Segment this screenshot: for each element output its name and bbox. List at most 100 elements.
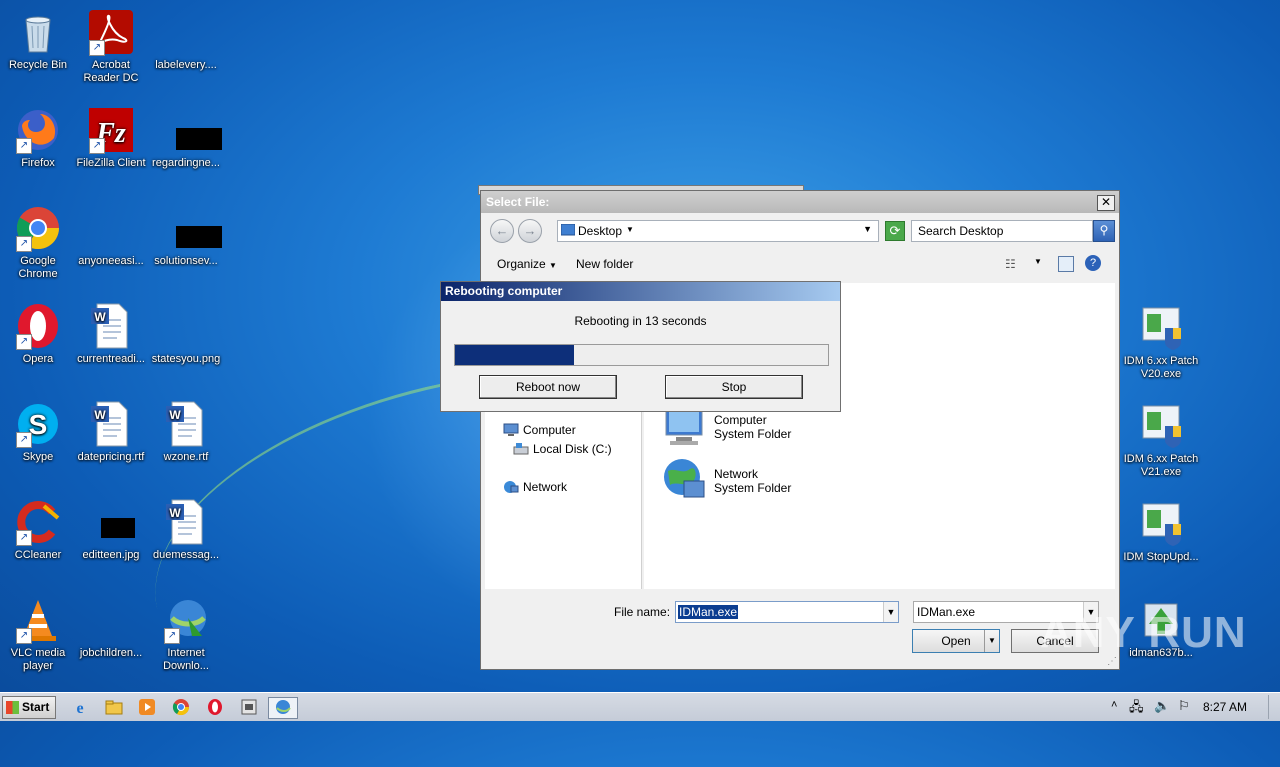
reboot-progress-fill	[455, 345, 575, 365]
start-button[interactable]: Start	[2, 696, 56, 719]
reboot-now-button[interactable]: Reboot now	[479, 375, 617, 399]
desktop-icon-label: Internet Downlo...	[163, 647, 209, 672]
file-type-value: IDMan.exe	[917, 605, 976, 619]
item-type: System Folder	[714, 427, 792, 441]
desktop-icon-idm[interactable]: ↗ Internet Downlo...	[148, 596, 224, 673]
desktop-icon-label: Skype	[22, 451, 54, 463]
taskbar-app-icon[interactable]	[239, 697, 259, 717]
image-file-icon	[87, 498, 135, 546]
desktop-icon-label: duemessag...	[152, 549, 220, 561]
desktop-icon-word-doc[interactable]: W duemessag...	[148, 498, 224, 562]
tree-item-computer[interactable]: Computer	[503, 423, 576, 437]
desktop-icon-acrobat[interactable]: ↗ Acrobat Reader DC	[73, 8, 149, 85]
word-document-icon: W	[162, 498, 210, 546]
desktop-icon-word-doc[interactable]: W currentreadi...	[73, 302, 149, 366]
desktop-icon-chrome[interactable]: ↗ Google Chrome	[0, 204, 76, 281]
item-name: Computer	[714, 413, 767, 427]
address-bar[interactable]: Desktop ▼ ▼	[557, 220, 879, 242]
select-file-dialog: Select File: ✕ ← → Desktop ▼ ▼ ⟳ Search …	[480, 190, 1120, 670]
desktop-icon-idm-patch-v21[interactable]: IDM 6.xx Patch V21.exe	[1123, 402, 1199, 479]
tree-item-network[interactable]: Network	[503, 480, 567, 494]
forward-button[interactable]: →	[518, 219, 542, 243]
tray-expand-icon[interactable]: ˄	[1111, 699, 1117, 711]
organize-button[interactable]: Organize ▼	[497, 257, 557, 271]
skype-icon: S ↗	[14, 400, 62, 448]
desktop-icon-recycle-bin[interactable]: Recycle Bin	[0, 8, 76, 72]
blank-file-icon	[87, 204, 135, 252]
network-icon	[504, 481, 519, 493]
computer-icon	[665, 408, 703, 445]
desktop-icon-label: Google Chrome	[18, 255, 58, 280]
close-button[interactable]: ✕	[1097, 195, 1115, 211]
file-name-input[interactable]: IDMan.exe ▼	[675, 601, 899, 623]
taskbar-idm-icon[interactable]	[268, 697, 298, 719]
search-icon[interactable]: ⚲	[1093, 220, 1115, 242]
taskbar-chrome-icon[interactable]	[171, 697, 191, 717]
desktop-icon-image[interactable]: editteen.jpg	[73, 498, 149, 562]
taskbar-explorer-icon[interactable]	[104, 697, 124, 717]
word-document-icon: W	[87, 400, 135, 448]
taskbar-ie-icon[interactable]: e	[70, 697, 90, 717]
desktop-icon-file[interactable]: anyoneeasi...	[73, 204, 149, 268]
stop-button[interactable]: Stop	[665, 375, 803, 399]
dialog-title: Select File:	[481, 191, 1119, 213]
item-type: System Folder	[714, 481, 792, 495]
new-folder-button[interactable]: New folder	[576, 257, 633, 271]
back-button[interactable]: ←	[490, 219, 514, 243]
desktop-icon-idm-patch-v20[interactable]: IDM 6.xx Patch V20.exe	[1123, 304, 1199, 381]
desktop-icon-label: Recycle Bin	[8, 59, 68, 71]
show-desktop-button[interactable]	[1268, 695, 1279, 719]
desktop-icon-label: anyoneeasi...	[78, 255, 144, 267]
taskbar-opera-icon[interactable]	[205, 697, 225, 717]
search-input[interactable]: Search Desktop	[911, 220, 1093, 242]
tree-item-local-disk[interactable]: Local Disk (C:)	[513, 442, 612, 456]
desktop-icon-word-doc[interactable]: W datepricing.rtf	[73, 400, 149, 464]
shortcut-arrow-icon: ↗	[16, 334, 32, 350]
desktop-icon-filezilla[interactable]: Fz ↗ FileZilla Client	[73, 106, 149, 170]
desktop-icon-ccleaner[interactable]: ↗ CCleaner	[0, 498, 76, 562]
desktop-icon-file[interactable]: jobchildren...	[73, 596, 149, 660]
desktop-icon-opera[interactable]: ↗ Opera	[0, 302, 76, 366]
list-item-network[interactable]: Network System Folder	[662, 457, 791, 505]
desktop-icon-file[interactable]: labelevery....	[148, 8, 224, 72]
tray-flag-icon[interactable]: ⚐	[1178, 698, 1190, 714]
desktop-icon-label: Acrobat Reader DC	[83, 59, 139, 84]
organize-label: Organize	[497, 257, 546, 271]
open-button[interactable]: Open ▼	[912, 629, 1000, 653]
desktop-icon-file[interactable]: regardingne...	[148, 106, 224, 170]
image-file-icon	[162, 302, 210, 350]
refresh-button[interactable]: ⟳	[885, 221, 905, 241]
file-name-dropdown-icon[interactable]: ▼	[883, 602, 898, 622]
desktop-icon-image[interactable]: statesyou.png	[148, 302, 224, 366]
shortcut-arrow-icon: ↗	[16, 236, 32, 252]
open-split-chevron-icon[interactable]: ▼	[984, 630, 999, 652]
desktop-icon-word-doc[interactable]: W wzone.rtf	[148, 400, 224, 464]
desktop-icon-file[interactable]: solutionsev...	[148, 204, 224, 268]
firefox-icon: ↗	[14, 106, 62, 154]
list-item-computer[interactable]: Computer System Folder	[662, 407, 791, 447]
address-text: Desktop	[578, 224, 623, 238]
address-dropdown-icon[interactable]: ▼	[863, 224, 872, 234]
view-options-icon[interactable]: ☷	[1005, 257, 1016, 271]
desktop-icon-label: wzone.rtf	[163, 451, 209, 463]
taskbar-media-player-icon[interactable]	[137, 697, 157, 717]
installer-shield-icon	[1137, 500, 1185, 548]
desktop-icon-label: IDM 6.xx Patch V20.exe	[1123, 355, 1199, 380]
reboot-dialog-title: Rebooting computer	[441, 282, 840, 301]
desktop-icon-label: labelevery....	[155, 59, 217, 71]
opera-icon: ↗	[14, 302, 62, 350]
desktop-icon-skype[interactable]: S ↗ Skype	[0, 400, 76, 464]
ccleaner-icon: ↗	[14, 498, 62, 546]
desktop-icon-vlc[interactable]: ↗ VLC media player	[0, 596, 76, 673]
taskbar-clock[interactable]: 8:27 AM	[1203, 700, 1247, 714]
rebooting-dialog: Rebooting computer Rebooting in 13 secon…	[440, 281, 841, 412]
tray-network-icon[interactable]: 🖧	[1129, 698, 1144, 720]
preview-pane-icon[interactable]	[1058, 256, 1074, 272]
tree-label: Local Disk (C:)	[533, 442, 612, 456]
desktop-icon-firefox[interactable]: ↗ Firefox	[0, 106, 76, 170]
view-chevron-down-icon[interactable]: ▼	[1034, 257, 1042, 266]
help-icon[interactable]: ?	[1085, 255, 1101, 271]
desktop-icon-idm-stopupd[interactable]: IDM StopUpd...	[1123, 500, 1199, 564]
breadcrumb-chevron-icon[interactable]: ▼	[626, 225, 634, 234]
tray-volume-icon[interactable]: 🔈	[1154, 698, 1170, 714]
